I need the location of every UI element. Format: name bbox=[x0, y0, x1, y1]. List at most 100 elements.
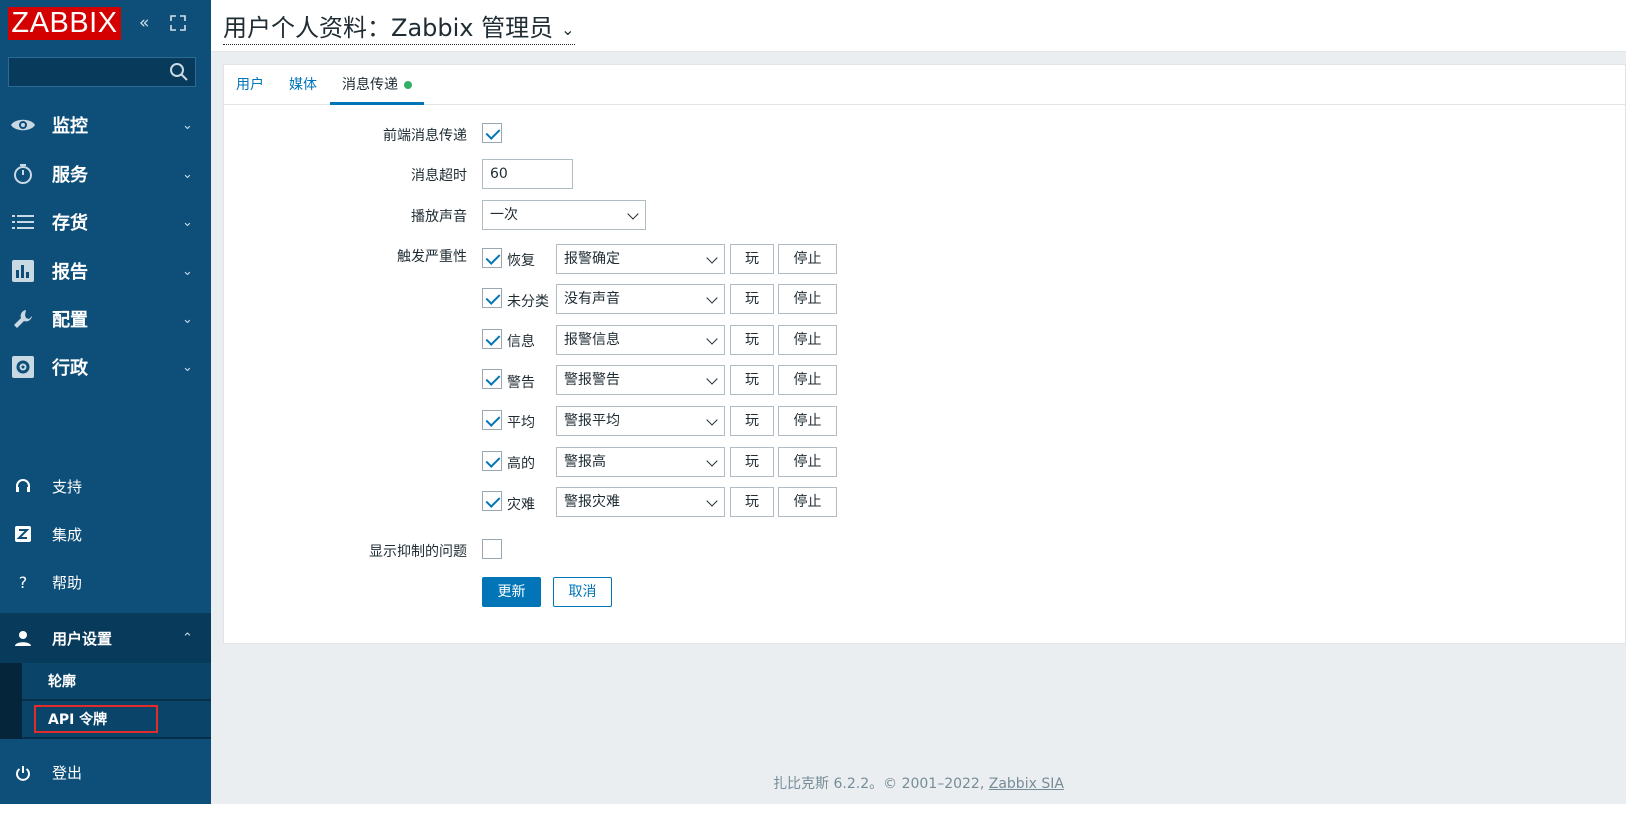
headset-icon bbox=[13, 476, 33, 496]
severity-sound-select[interactable]: 警报灾难 bbox=[556, 487, 725, 517]
play-button[interactable]: 玩 bbox=[730, 447, 774, 477]
page-title[interactable]: 用户个人资料：Zabbix 管理员 ⌄ bbox=[223, 8, 575, 45]
stopwatch-icon bbox=[10, 161, 36, 187]
tab-user[interactable]: 用户 bbox=[224, 65, 276, 105]
show-suppressed-checkbox[interactable] bbox=[482, 539, 502, 559]
search-input[interactable] bbox=[8, 57, 196, 87]
stop-button[interactable]: 停止 bbox=[778, 244, 837, 274]
trigger-severity-label: 触发严重性 bbox=[397, 249, 467, 265]
stop-button[interactable]: 停止 bbox=[778, 325, 837, 355]
severity-sound-value: 警报平均 bbox=[564, 413, 620, 429]
chevron-down-icon bbox=[706, 495, 718, 507]
cancel-button[interactable]: 取消 bbox=[553, 577, 612, 607]
severity-checkbox[interactable] bbox=[482, 369, 502, 389]
footer-link[interactable]: Zabbix SIA bbox=[989, 776, 1064, 792]
severity-checkbox[interactable] bbox=[482, 288, 502, 308]
chevron-down-icon bbox=[706, 373, 718, 385]
severity-sound-select[interactable]: 警报警告 bbox=[556, 365, 725, 395]
stop-button[interactable]: 停止 bbox=[778, 447, 837, 477]
nav-support[interactable]: 支持 bbox=[0, 466, 211, 506]
message-timeout-input[interactable]: 60 bbox=[482, 159, 573, 189]
severity-label: 未分类 bbox=[507, 294, 549, 310]
bar-chart-icon bbox=[10, 258, 36, 284]
highlight-box bbox=[34, 705, 158, 733]
form-card: 用户 媒体 消息传递 前端消息传递 消息超时 60 播放声音 一次 触发严重性 … bbox=[223, 64, 1626, 644]
nav-reports[interactable]: 报告 ⌄ bbox=[0, 248, 211, 294]
play-button[interactable]: 玩 bbox=[730, 284, 774, 314]
footer-text: 扎比克斯 6.2.2。© 2001–2022, bbox=[773, 776, 989, 792]
stop-button[interactable]: 停止 bbox=[778, 406, 837, 436]
nav-administration[interactable]: 行政 ⌄ bbox=[0, 344, 211, 390]
nav-label: 集成 bbox=[52, 525, 83, 544]
collapse-sidebar-icon[interactable]: « bbox=[139, 13, 149, 33]
nav-help[interactable]: ? 帮助 bbox=[0, 562, 211, 602]
tab-messaging[interactable]: 消息传递 bbox=[330, 65, 424, 105]
severity-checkbox[interactable] bbox=[482, 451, 502, 471]
chevron-down-icon bbox=[706, 333, 718, 345]
nav-configuration[interactable]: 配置 ⌄ bbox=[0, 296, 211, 342]
severity-sound-select[interactable]: 没有声音 bbox=[556, 284, 725, 314]
play-button[interactable]: 玩 bbox=[730, 325, 774, 355]
chevron-down-icon: ⌄ bbox=[182, 359, 193, 375]
nav-inventory[interactable]: 存货 ⌄ bbox=[0, 199, 211, 245]
stop-button[interactable]: 停止 bbox=[778, 487, 837, 517]
play-sound-value: 一次 bbox=[490, 207, 518, 223]
severity-sound-select[interactable]: 报警信息 bbox=[556, 325, 725, 355]
severity-checkbox[interactable] bbox=[482, 491, 502, 511]
chevron-down-icon bbox=[706, 292, 718, 304]
severity-sound-value: 警报灾难 bbox=[564, 494, 620, 510]
nav-services[interactable]: 服务 ⌄ bbox=[0, 151, 211, 197]
nav-label: 服务 bbox=[52, 165, 88, 186]
nav-label: 报告 bbox=[52, 262, 88, 283]
gear-icon bbox=[10, 354, 36, 380]
nav-monitoring[interactable]: 监控 ⌄ bbox=[0, 102, 211, 148]
stop-button[interactable]: 停止 bbox=[778, 284, 837, 314]
tab-label: 消息传递 bbox=[342, 77, 398, 93]
tab-media[interactable]: 媒体 bbox=[277, 65, 329, 105]
nav-label: 支持 bbox=[52, 477, 83, 496]
severity-sound-select[interactable]: 警报平均 bbox=[556, 406, 725, 436]
nav-integrations[interactable]: 集成 bbox=[0, 514, 211, 554]
severity-sound-value: 警报警告 bbox=[564, 372, 620, 388]
tab-bar: 用户 媒体 消息传递 bbox=[224, 65, 1625, 105]
frontend-messaging-checkbox[interactable] bbox=[482, 123, 502, 143]
integration-icon bbox=[13, 524, 33, 544]
nav-label: 存货 bbox=[52, 213, 88, 234]
nav-label: 帮助 bbox=[52, 573, 83, 592]
play-sound-select[interactable]: 一次 bbox=[482, 200, 646, 230]
chevron-down-icon bbox=[706, 455, 718, 467]
severity-checkbox[interactable] bbox=[482, 329, 502, 349]
active-status-dot bbox=[404, 81, 412, 89]
severity-sound-select[interactable]: 报警确定 bbox=[556, 244, 725, 274]
severity-sound-value: 没有声音 bbox=[564, 291, 620, 307]
play-button[interactable]: 玩 bbox=[730, 487, 774, 517]
chevron-up-icon: ⌃ bbox=[182, 630, 193, 646]
nav-label: 用户设置 bbox=[52, 629, 113, 648]
severity-label: 警告 bbox=[507, 375, 535, 391]
severity-sound-select[interactable]: 警报高 bbox=[556, 447, 725, 477]
eye-icon bbox=[10, 112, 36, 138]
chevron-down-icon: ⌄ bbox=[561, 19, 575, 39]
play-button[interactable]: 玩 bbox=[730, 365, 774, 395]
severity-label: 高的 bbox=[507, 456, 535, 472]
footer: 扎比克斯 6.2.2。© 2001–2022, Zabbix SIA bbox=[211, 773, 1626, 793]
severity-checkbox[interactable] bbox=[482, 248, 502, 268]
kiosk-mode-icon[interactable] bbox=[170, 15, 186, 31]
zabbix-logo[interactable]: ZABBIX bbox=[8, 7, 121, 40]
chevron-down-icon bbox=[706, 252, 718, 264]
play-sound-label: 播放声音 bbox=[411, 209, 467, 225]
search-icon[interactable] bbox=[169, 62, 189, 82]
play-button[interactable]: 玩 bbox=[730, 406, 774, 436]
severity-checkbox[interactable] bbox=[482, 410, 502, 430]
severity-label: 灾难 bbox=[507, 497, 535, 513]
nav-label: 登出 bbox=[52, 764, 83, 782]
submenu-item-profile[interactable]: 轮廓 bbox=[22, 663, 211, 699]
play-button[interactable]: 玩 bbox=[730, 244, 774, 274]
chevron-down-icon: ⌄ bbox=[182, 117, 193, 133]
update-button[interactable]: 更新 bbox=[482, 577, 541, 607]
nav-user-settings[interactable]: 用户设置 ⌃ bbox=[0, 613, 211, 663]
stop-button[interactable]: 停止 bbox=[778, 365, 837, 395]
nav-label: 行政 bbox=[52, 358, 88, 379]
nav-logout[interactable]: 登出 bbox=[0, 741, 211, 804]
page-header: 用户个人资料：Zabbix 管理员 ⌄ bbox=[211, 0, 1626, 52]
